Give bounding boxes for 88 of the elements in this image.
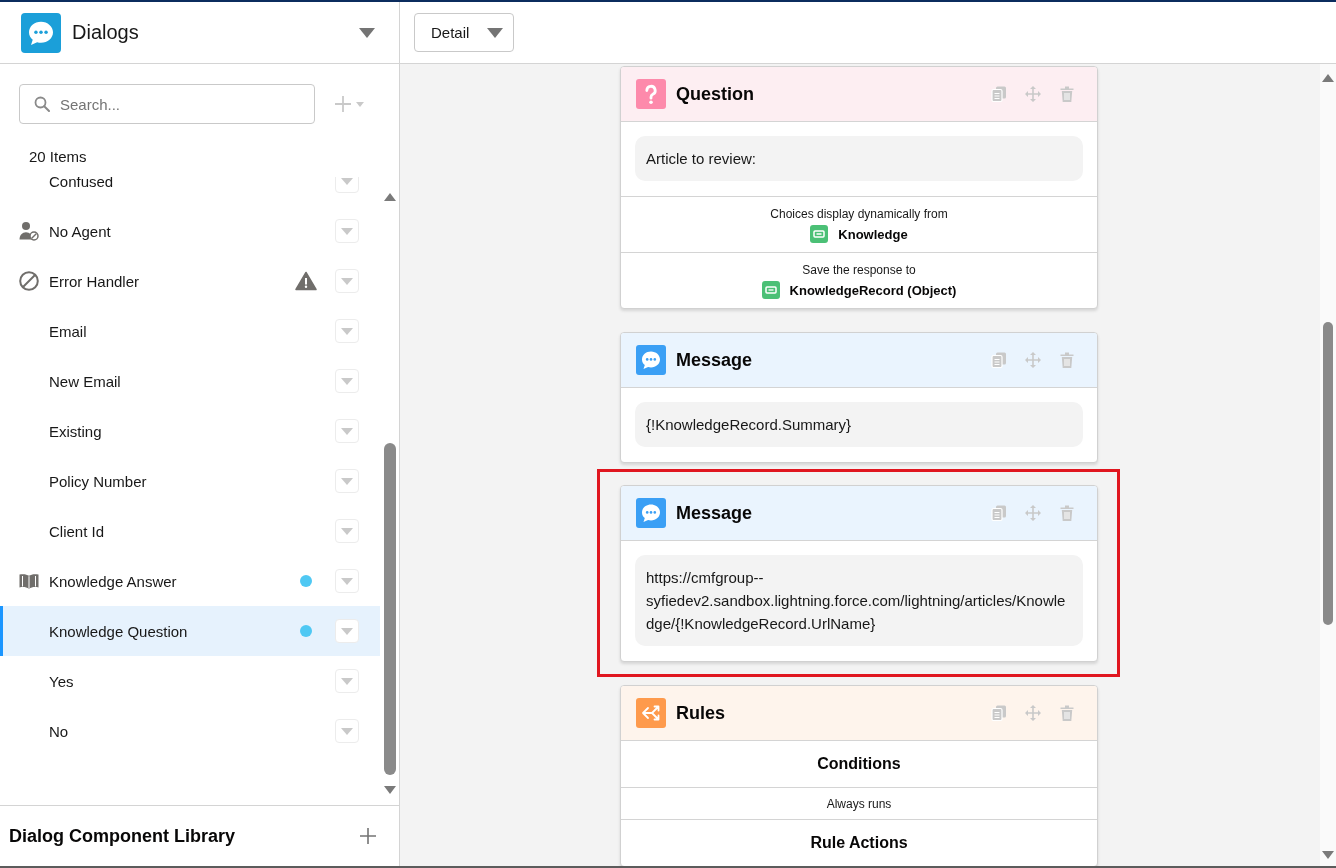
four-way-arrow-icon[interactable] xyxy=(1025,352,1041,368)
ticket-icon xyxy=(761,281,780,299)
scrollbar-thumb[interactable] xyxy=(383,443,396,775)
plus-icon xyxy=(360,828,376,844)
sidebar-item[interactable]: Policy Number xyxy=(0,456,380,506)
sidebar-item[interactable]: No Agent xyxy=(0,206,380,256)
row-menu-button[interactable] xyxy=(335,469,359,493)
trash-icon[interactable] xyxy=(1059,705,1075,721)
ticket-icon xyxy=(810,225,829,243)
caret-icon xyxy=(341,177,353,185)
add-button[interactable] xyxy=(360,828,376,844)
copy-icon[interactable] xyxy=(991,86,1007,102)
sidebar-item[interactable]: Email xyxy=(0,306,380,356)
item-count: 20 Items xyxy=(28,147,88,167)
chat-bubble-icon xyxy=(636,345,666,375)
card-title: Rules xyxy=(676,702,726,724)
section-caption: Choices display dynamically from xyxy=(770,206,948,222)
sidebar-item[interactable]: New Email xyxy=(0,356,380,406)
caret-icon xyxy=(341,727,353,735)
person-blocked-icon xyxy=(19,221,39,241)
copy-icon[interactable] xyxy=(991,505,1007,521)
sidebar-item[interactable]: Knowledge Answer xyxy=(0,556,380,606)
four-way-arrow-icon[interactable] xyxy=(1025,505,1041,521)
row-menu-button[interactable] xyxy=(335,419,359,443)
caret-icon xyxy=(341,277,353,285)
chat-bubble-icon xyxy=(21,12,61,53)
source-value: KnowledgeRecord (Object) xyxy=(789,282,957,298)
trash-icon[interactable] xyxy=(1059,505,1075,521)
copy-icon[interactable] xyxy=(991,705,1007,721)
book-icon xyxy=(19,573,39,589)
row-menu-button[interactable] xyxy=(335,319,359,343)
message-bubble: https://cmfgroup--syfiedev2.sandbox.lightning.force.com/lightning/articles/Knowledge/{!KnowledgeRecord.UrlName} xyxy=(635,555,1083,646)
sidebar-item[interactable]: Yes xyxy=(0,656,380,706)
row-menu-button[interactable] xyxy=(335,669,359,693)
caret-icon xyxy=(356,101,364,107)
caret-icon xyxy=(341,427,353,435)
sidebar-item[interactable]: Knowledge Question xyxy=(0,606,380,656)
row-menu-button[interactable] xyxy=(335,519,359,543)
scroll-down-icon[interactable] xyxy=(1322,851,1334,859)
row-menu-button[interactable] xyxy=(335,719,359,743)
ban-icon xyxy=(19,271,39,291)
card-title: Message xyxy=(676,349,753,371)
plus-icon xyxy=(335,96,351,112)
section-heading: Rule Actions xyxy=(810,834,908,852)
source-value: Knowledge xyxy=(838,226,908,242)
section-heading: Conditions xyxy=(817,755,901,773)
sidebar-item[interactable]: No xyxy=(0,706,380,756)
caret-icon xyxy=(341,527,353,535)
row-menu-button[interactable] xyxy=(335,219,359,243)
section-note: Always runs xyxy=(826,796,892,811)
branch-arrows-icon xyxy=(636,698,666,728)
sidebar-item[interactable]: Error Handler xyxy=(0,256,380,306)
caret-icon xyxy=(341,227,353,235)
caret-icon xyxy=(341,677,353,685)
trash-icon[interactable] xyxy=(1059,352,1075,368)
four-way-arrow-icon[interactable] xyxy=(1025,86,1041,102)
row-menu-button[interactable] xyxy=(335,619,359,643)
caret-icon xyxy=(341,477,353,485)
caret-icon xyxy=(487,27,503,38)
message-bubble: {!KnowledgeRecord.Summary} xyxy=(635,402,1083,447)
chat-bubble-icon xyxy=(636,498,666,528)
row-menu-button[interactable] xyxy=(335,569,359,593)
question-mark-icon xyxy=(636,79,666,109)
card-title: Question xyxy=(676,83,754,105)
library-title: Dialog Component Library xyxy=(9,825,235,847)
view-select[interactable]: Detail xyxy=(414,13,514,52)
scroll-up-icon[interactable] xyxy=(383,193,396,201)
four-way-arrow-icon[interactable] xyxy=(1025,705,1041,721)
caret-icon xyxy=(341,377,353,385)
scrollbar-thumb[interactable] xyxy=(1323,322,1333,625)
scroll-up-icon[interactable] xyxy=(1322,74,1334,82)
card-title: Message xyxy=(676,502,753,524)
row-menu-button[interactable] xyxy=(335,369,359,393)
caret-icon[interactable] xyxy=(359,27,375,38)
caret-icon xyxy=(341,627,353,635)
row-menu-button[interactable] xyxy=(335,269,359,293)
sidebar-item[interactable]: Client Id xyxy=(0,506,380,556)
sidebar-item[interactable]: Existing xyxy=(0,406,380,456)
trash-icon[interactable] xyxy=(1059,86,1075,102)
caret-icon xyxy=(341,577,353,585)
copy-icon[interactable] xyxy=(991,352,1007,368)
caret-icon xyxy=(341,327,353,335)
message-bubble: Article to review: xyxy=(635,136,1083,181)
scroll-down-icon[interactable] xyxy=(383,786,396,794)
app-title: Dialogs xyxy=(72,21,139,44)
search-field[interactable]: Search... xyxy=(19,84,315,124)
add-button[interactable] xyxy=(335,94,364,114)
section-caption: Save the response to xyxy=(802,262,916,278)
